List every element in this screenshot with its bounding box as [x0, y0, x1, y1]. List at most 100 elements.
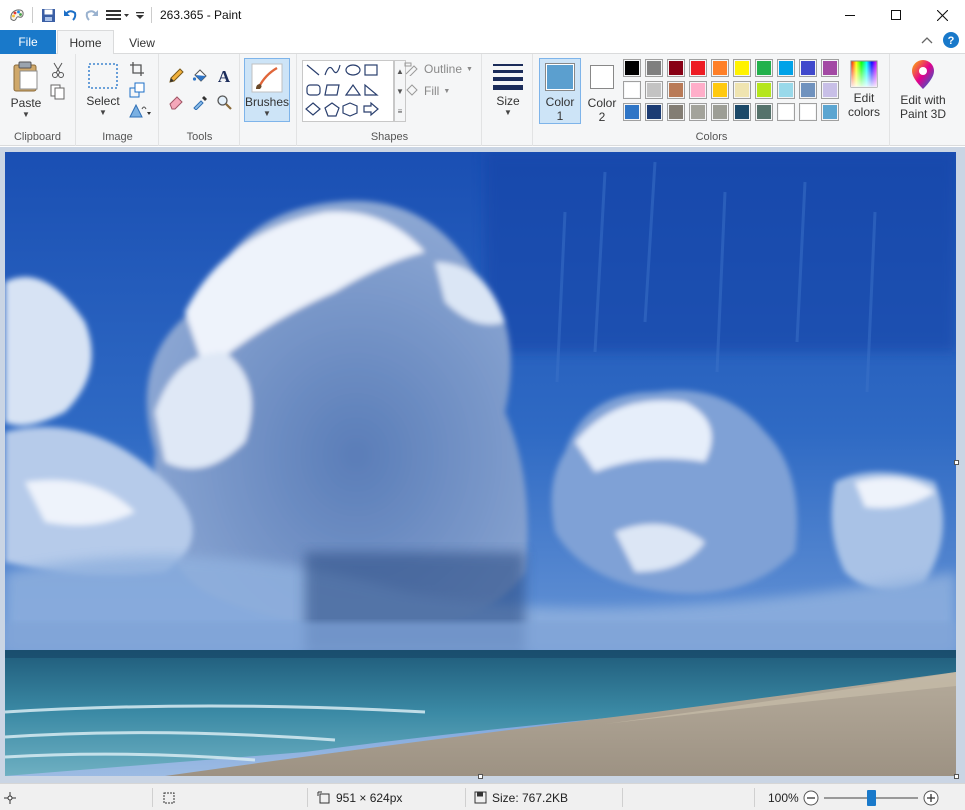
size-button[interactable]: Size ▼: [487, 62, 529, 117]
palette-color-swatch[interactable]: [645, 81, 663, 99]
palette-color-swatch[interactable]: [777, 103, 795, 121]
clipboard-group: Paste ▼ Clipboard: [0, 54, 76, 146]
image-size-icon: [317, 791, 330, 803]
tab-file[interactable]: File: [0, 30, 56, 54]
palette-color-swatch[interactable]: [711, 81, 729, 99]
zoom-controls: 100%: [768, 784, 939, 810]
palette-color-swatch[interactable]: [777, 59, 795, 77]
copy-icon[interactable]: [48, 82, 68, 102]
minimize-button[interactable]: [827, 0, 873, 30]
color1-swatch-frame: [545, 63, 575, 91]
palette-color-swatch[interactable]: [623, 103, 641, 121]
paint-app-icon[interactable]: [6, 4, 28, 26]
palette-color-swatch[interactable]: [755, 81, 773, 99]
edit-with-paint3d-button[interactable]: Edit with Paint 3D: [893, 60, 953, 121]
resize-handle-corner[interactable]: [954, 774, 959, 779]
palette-color-swatch[interactable]: [777, 81, 795, 99]
palette-color-swatch[interactable]: [799, 103, 817, 121]
palette-color-swatch[interactable]: [667, 103, 685, 121]
collapse-ribbon-icon[interactable]: [921, 36, 933, 44]
pencil-icon[interactable]: [166, 66, 186, 86]
palette-color-fill: [823, 61, 837, 75]
zoom-slider[interactable]: [824, 789, 918, 806]
palette-color-swatch[interactable]: [799, 81, 817, 99]
tab-home[interactable]: Home: [57, 30, 114, 55]
eraser-icon[interactable]: [166, 92, 186, 112]
help-icon[interactable]: ?: [943, 32, 959, 48]
palette-color-swatch[interactable]: [711, 103, 729, 121]
magnifier-icon[interactable]: [214, 92, 234, 112]
color1-button[interactable]: Color 1: [539, 58, 581, 124]
separator: [622, 788, 623, 807]
palette-color-swatch[interactable]: [689, 103, 707, 121]
palette-color-swatch[interactable]: [733, 81, 751, 99]
brushes-button[interactable]: Brushes ▼: [244, 58, 290, 122]
outline-button[interactable]: Outline ▼: [404, 62, 473, 76]
palette-color-fill: [713, 61, 727, 75]
brushes-group: Brushes ▼: [241, 54, 297, 146]
qa-dropdown-icon[interactable]: [133, 4, 147, 26]
maximize-icon: [891, 10, 901, 20]
tab-view[interactable]: View: [118, 30, 166, 55]
ribbon-help-area: ?: [921, 32, 959, 48]
palette-color-swatch[interactable]: [623, 81, 641, 99]
fill-bucket-icon[interactable]: [190, 66, 210, 86]
window-controls: [827, 0, 965, 30]
tools-group: A Tools: [160, 54, 240, 146]
resize-icon[interactable]: [127, 80, 147, 100]
zoom-in-icon[interactable]: [923, 790, 939, 806]
palette-color-swatch[interactable]: [667, 81, 685, 99]
edit-colors-line2: colors: [847, 105, 880, 119]
palette-color-swatch[interactable]: [733, 103, 751, 121]
select-button[interactable]: Select ▼: [83, 62, 123, 117]
zoom-slider-thumb[interactable]: [866, 789, 876, 806]
scroll-down-icon[interactable]: ▼: [396, 87, 404, 96]
palette-color-fill: [691, 61, 705, 75]
palette-color-swatch[interactable]: [821, 103, 839, 121]
tools-group-label: Tools: [186, 131, 213, 143]
customize-menu-icon[interactable]: [103, 4, 133, 26]
palette-color-swatch[interactable]: [799, 59, 817, 77]
palette-color-fill: [801, 105, 815, 119]
paint3d-line2: Paint 3D: [899, 107, 947, 121]
cut-icon[interactable]: [48, 60, 68, 80]
paste-button[interactable]: Paste ▼: [6, 60, 46, 119]
undo-icon[interactable]: [59, 4, 81, 26]
palette-color-swatch[interactable]: [667, 59, 685, 77]
palette-color-swatch[interactable]: [645, 103, 663, 121]
color-picker-icon[interactable]: [190, 92, 210, 112]
palette-color-fill: [779, 105, 793, 119]
color-palette: [623, 59, 845, 125]
maximize-button[interactable]: [873, 0, 919, 30]
rotate-icon[interactable]: [127, 101, 153, 121]
close-button[interactable]: [919, 0, 965, 30]
palette-color-swatch[interactable]: [645, 59, 663, 77]
palette-color-fill: [801, 61, 815, 75]
palette-color-swatch[interactable]: [711, 59, 729, 77]
gallery-more-icon[interactable]: ≡: [398, 107, 403, 116]
palette-color-swatch[interactable]: [821, 81, 839, 99]
crop-icon[interactable]: [127, 59, 147, 79]
palette-color-swatch[interactable]: [755, 59, 773, 77]
resize-handle-right[interactable]: [954, 460, 959, 465]
edit-colors-button[interactable]: Edit colors: [844, 60, 884, 119]
color2-button[interactable]: Color 2: [584, 58, 620, 124]
save-icon[interactable]: [37, 4, 59, 26]
palette-color-fill: [779, 61, 793, 75]
palette-color-swatch[interactable]: [733, 59, 751, 77]
palette-color-swatch[interactable]: [821, 59, 839, 77]
palette-color-swatch[interactable]: [689, 59, 707, 77]
clipboard-group-label: Clipboard: [13, 131, 62, 143]
text-tool-icon[interactable]: A: [214, 66, 234, 86]
fill-button[interactable]: Fill ▼: [404, 84, 450, 98]
redo-icon[interactable]: [81, 4, 103, 26]
resize-handle-bottom[interactable]: [478, 774, 483, 779]
palette-color-swatch[interactable]: [623, 59, 641, 77]
palette-color-swatch[interactable]: [689, 81, 707, 99]
scroll-up-icon[interactable]: ▲: [396, 67, 404, 76]
palette-color-fill: [669, 83, 683, 97]
zoom-out-icon[interactable]: [803, 790, 819, 806]
palette-color-swatch[interactable]: [755, 103, 773, 121]
drawing-canvas[interactable]: [5, 152, 956, 776]
shapes-gallery[interactable]: [302, 60, 394, 122]
